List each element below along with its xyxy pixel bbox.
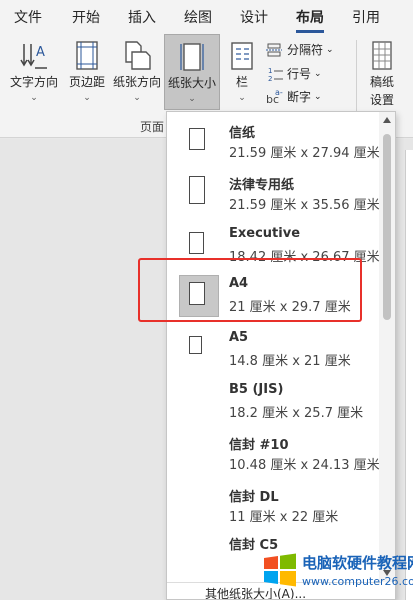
- ribbon-tab-bar: 文件 开始 插入 绘图 设计 布局 引用: [0, 0, 413, 34]
- scrollbar-thumb[interactable]: [383, 134, 391, 320]
- paper-size-name: 法律专用纸: [229, 178, 295, 193]
- paper-size-name: 信封 #10: [229, 438, 289, 453]
- paper-icon: [189, 128, 205, 150]
- scroll-up-arrow-icon[interactable]: [383, 117, 391, 123]
- watermark-title: 电脑软硬件教程网: [302, 554, 413, 572]
- hyphenation-label: 断字: [287, 90, 312, 104]
- breaks-label: 分隔符: [287, 43, 324, 57]
- text-direction-button[interactable]: A 文字方向 ⌄: [6, 34, 62, 108]
- svg-text:1: 1: [268, 67, 272, 75]
- columns-button[interactable]: 栏 ⌄: [224, 34, 260, 108]
- paper-size-name: Executive: [229, 226, 301, 241]
- paper-size-name: A5: [229, 330, 249, 345]
- svg-text:A: A: [36, 45, 45, 60]
- tab-design[interactable]: 设计: [240, 7, 268, 27]
- line-numbers-icon: 1 2: [268, 67, 283, 82]
- paper-size-item-legal[interactable]: 法律专用纸 21.59 厘米 x 35.56 厘米: [167, 170, 381, 222]
- document-page-edge: [405, 150, 413, 600]
- paper-size-label: 纸张大小: [167, 76, 216, 90]
- paper-size-name: 信纸: [229, 126, 256, 141]
- chevron-down-icon: ⌄: [326, 44, 334, 55]
- paper-size-item-envelope-10[interactable]: 信封 #10 10.48 厘米 x 24.13 厘米: [167, 430, 381, 482]
- paper-size-dropdown: 信纸 21.59 厘米 x 27.94 厘米 法律专用纸 21.59 厘米 x …: [166, 111, 396, 600]
- manuscript-label-line2: 设置: [369, 93, 394, 107]
- paper-size-name: B5 (JIS): [229, 382, 284, 397]
- tab-references[interactable]: 引用: [352, 7, 380, 27]
- paper-size-dims: 14.8 厘米 x 21 厘米: [229, 354, 351, 369]
- tab-home[interactable]: 开始: [72, 7, 100, 27]
- columns-icon: [231, 42, 253, 70]
- paper-size-dims: 21.59 厘米 x 35.56 厘米: [229, 198, 380, 213]
- hyphenation-icon: bc a-: [266, 89, 283, 105]
- chevron-down-icon: ⌄: [83, 93, 91, 103]
- paper-size-item-b5-jis[interactable]: B5 (JIS) 18.2 厘米 x 25.7 厘米: [167, 378, 381, 430]
- tab-layout[interactable]: 布局: [296, 7, 324, 27]
- orientation-icon: [125, 41, 151, 70]
- chevron-down-icon: ⌄: [314, 91, 322, 102]
- paper-icon: [189, 176, 205, 204]
- breaks-icon: [266, 43, 282, 56]
- watermark: 电脑软硬件教程网 www.computer26.com: [262, 548, 413, 600]
- paper-size-dims: 11 厘米 x 22 厘米: [229, 510, 339, 525]
- chevron-down-icon: ⌄: [314, 68, 322, 79]
- hyphenation-button[interactable]: bc a- 断字 ⌄: [266, 88, 322, 105]
- text-direction-label: 文字方向: [9, 75, 58, 89]
- columns-label: 栏: [235, 75, 248, 89]
- chevron-down-icon: ⌄: [238, 93, 246, 103]
- margins-icon: [76, 41, 98, 70]
- paper-size-item-letter[interactable]: 信纸 21.59 厘米 x 27.94 厘米: [167, 118, 381, 170]
- paper-size-name: 信封 DL: [229, 490, 279, 505]
- paper-size-dims: 18.2 厘米 x 25.7 厘米: [229, 406, 364, 421]
- line-numbers-label: 行号: [287, 67, 312, 81]
- text-direction-icon: A: [20, 44, 47, 69]
- tab-file[interactable]: 文件: [14, 7, 42, 27]
- paper-icon: [189, 336, 202, 354]
- manuscript-label-line1: 稿纸: [369, 75, 394, 89]
- paper-size-button[interactable]: 纸张大小 ⌄: [164, 34, 220, 110]
- paper-size-icon: [180, 43, 204, 71]
- line-numbers-button[interactable]: 1 2 行号 ⌄: [266, 65, 322, 82]
- paper-size-dims: 10.48 厘米 x 24.13 厘米: [229, 458, 380, 473]
- watermark-url: www.computer26.com: [302, 575, 413, 588]
- a4-highlight-annotation: [138, 258, 362, 322]
- dropdown-scrollbar[interactable]: [379, 112, 395, 582]
- page-setup-group-label: 页面: [140, 120, 165, 134]
- paper-size-item-envelope-dl[interactable]: 信封 DL 11 厘米 x 22 厘米: [167, 482, 381, 534]
- svg-text:2: 2: [268, 75, 272, 82]
- active-tab-underline: [296, 30, 324, 33]
- tab-draw[interactable]: 绘图: [184, 7, 212, 27]
- orientation-label: 纸张方向: [112, 75, 161, 89]
- paper-icon: [189, 232, 204, 254]
- windows-logo-icon: [264, 553, 296, 587]
- chevron-down-icon: ⌄: [188, 94, 196, 104]
- tab-insert[interactable]: 插入: [128, 7, 156, 27]
- chevron-down-icon: ⌄: [133, 93, 141, 103]
- chevron-down-icon: ⌄: [30, 93, 38, 103]
- paper-size-dims: 21.59 厘米 x 27.94 厘米: [229, 146, 380, 161]
- manuscript-icon: [372, 41, 392, 70]
- margins-label: 页边距: [68, 75, 105, 89]
- svg-text:a-: a-: [275, 89, 283, 97]
- margins-button[interactable]: 页边距 ⌄: [64, 34, 110, 108]
- orientation-button[interactable]: 纸张方向 ⌄: [110, 34, 164, 108]
- breaks-button[interactable]: 分隔符 ⌄: [266, 41, 334, 58]
- paper-size-item-a5[interactable]: A5 14.8 厘米 x 21 厘米: [167, 326, 381, 378]
- manuscript-settings-button[interactable]: 稿纸 设置: [362, 34, 402, 110]
